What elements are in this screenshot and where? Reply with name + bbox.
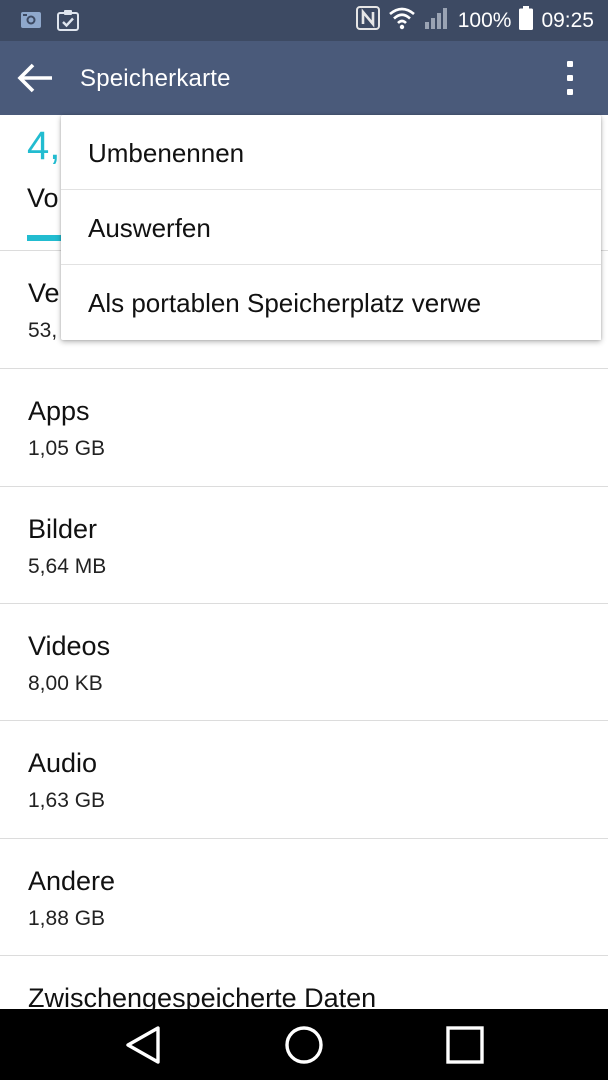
menu-item-use-as-portable-storage[interactable]: Als portablen Speicherplatz verwe xyxy=(61,265,601,340)
list-item-apps[interactable]: Apps 1,05 GB xyxy=(0,369,608,486)
camera-notification-icon xyxy=(20,9,42,31)
row-title: Ve xyxy=(28,278,60,308)
overflow-menu: Umbenennen Auswerfen Als portablen Speic… xyxy=(61,115,601,340)
storage-used-amount: 4, xyxy=(27,124,61,168)
row-title: Bilder xyxy=(28,514,98,544)
storage-summary-label: Vo xyxy=(27,183,59,213)
list-item-other[interactable]: Andere 1,88 GB xyxy=(0,839,608,956)
menu-item-label: Auswerfen xyxy=(88,213,211,243)
status-bar: 100% 09:25 xyxy=(0,0,608,41)
text-fade-overlay xyxy=(531,265,601,340)
menu-item-rename[interactable]: Umbenennen xyxy=(61,115,601,190)
row-size: 5,64 MB xyxy=(28,555,107,578)
nav-recents-button[interactable] xyxy=(444,1024,486,1066)
recents-square-icon xyxy=(446,1026,484,1064)
row-size: 1,05 GB xyxy=(28,437,106,460)
list-item-videos[interactable]: Videos 8,00 KB xyxy=(0,604,608,721)
menu-item-label: Umbenennen xyxy=(88,138,245,168)
clock: 09:25 xyxy=(541,9,594,32)
menu-item-label: Als portablen Speicherplatz verwe xyxy=(88,288,482,318)
status-notification-icons xyxy=(20,9,79,31)
row-size: 1,63 GB xyxy=(28,789,106,812)
battery-icon xyxy=(519,6,534,36)
list-item-audio[interactable]: Audio 1,63 GB xyxy=(0,721,608,838)
row-title: Andere xyxy=(28,866,116,896)
nav-home-button[interactable] xyxy=(283,1024,325,1066)
row-title: Apps xyxy=(28,396,90,426)
menu-item-eject[interactable]: Auswerfen xyxy=(61,190,601,265)
row-size: 53, xyxy=(28,319,58,342)
back-triangle-icon xyxy=(126,1026,160,1064)
list-item-cached-data[interactable]: Zwischengespeicherte Daten xyxy=(0,956,608,1009)
wifi-icon xyxy=(388,6,416,36)
more-options-button[interactable] xyxy=(556,59,584,97)
row-size: 1,88 GB xyxy=(28,907,106,930)
back-button[interactable] xyxy=(16,60,56,96)
status-system-icons: 100% 09:25 xyxy=(355,6,594,36)
home-circle-icon xyxy=(285,1026,323,1064)
cellular-signal-icon xyxy=(424,6,450,36)
arrow-left-icon xyxy=(17,63,52,93)
app-toolbar: Speicherkarte xyxy=(0,41,608,115)
navigation-bar xyxy=(0,1009,608,1080)
nfc-icon xyxy=(355,6,380,36)
storage-usage-bar xyxy=(27,235,61,241)
more-vertical-icon xyxy=(567,61,573,67)
row-size: 8,00 KB xyxy=(28,672,103,695)
list-item-images[interactable]: Bilder 5,64 MB xyxy=(0,487,608,604)
row-title: Audio xyxy=(28,748,98,778)
row-title: Zwischengespeicherte Daten xyxy=(28,983,377,1009)
page-title: Speicherkarte xyxy=(80,65,231,92)
nav-back-button[interactable] xyxy=(122,1024,164,1066)
clipboard-check-icon xyxy=(56,9,79,31)
battery-percent: 100% xyxy=(457,9,512,32)
row-title: Videos xyxy=(28,631,111,661)
